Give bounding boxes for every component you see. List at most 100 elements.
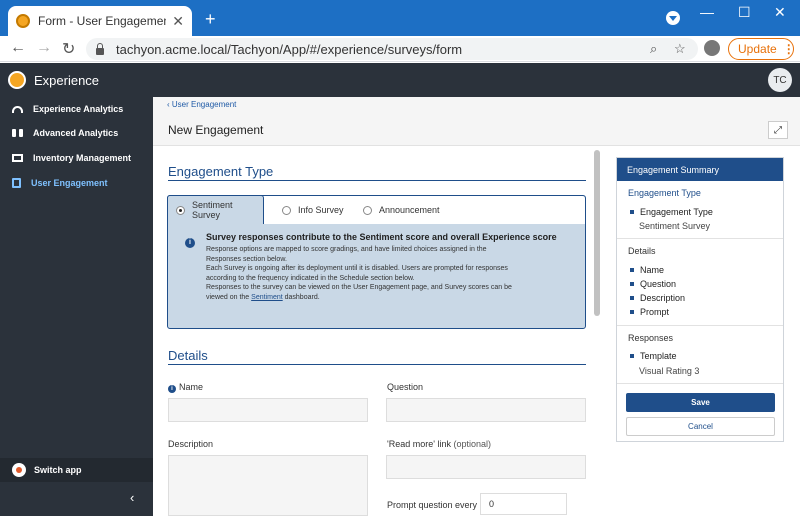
option-info-survey[interactable]: Info Survey <box>274 196 344 224</box>
switch-app-label: Switch app <box>34 465 82 475</box>
prompt-frequency-input[interactable]: 0 <box>480 493 567 515</box>
sidebar-item-user-engagement[interactable]: User Engagement <box>0 171 153 195</box>
gauge-icon <box>12 105 23 113</box>
sidebar: Experience Analytics Advanced Analytics … <box>0 97 153 516</box>
title-bar: New Engagement ⤢ <box>153 113 800 146</box>
name-label: i Name <box>168 382 203 393</box>
reload-icon[interactable]: ↻ <box>62 39 75 59</box>
summary-item: Template <box>630 351 677 361</box>
info-line: Response options are mapped to score gra… <box>206 246 487 253</box>
summary-divider <box>617 325 783 326</box>
sidebar-item-label: Inventory Management <box>33 153 132 163</box>
switch-app-icon <box>12 463 26 477</box>
radio-icon <box>282 205 291 215</box>
info-text: dashboard. <box>282 293 320 301</box>
url-text: tachyon.acme.local/Tachyon/App/#/experie… <box>116 41 463 57</box>
info-line: viewed on the Sentiment dashboard. <box>206 293 566 303</box>
close-window-icon[interactable]: ✕ <box>774 4 786 21</box>
update-label: Update <box>738 42 777 56</box>
bookmark-star-icon[interactable]: ☆ <box>674 41 686 57</box>
engagement-type-heading: Engagement Type <box>168 164 274 179</box>
sidebar-item-experience-analytics[interactable]: Experience Analytics <box>0 97 153 121</box>
engagement-summary-panel: Engagement Summary Engagement Type Engag… <box>616 157 784 442</box>
option-label: Announcement <box>379 205 440 215</box>
page-title: New Engagement <box>168 123 264 137</box>
summary-type-title: Engagement Type <box>628 188 701 198</box>
address-bar: ← → ↻ tachyon.acme.local/Tachyon/App/#/e… <box>0 36 800 62</box>
browser-tab[interactable]: Form - User Engagement - Experience ✕ <box>8 6 192 36</box>
summary-title: Engagement Summary <box>617 158 783 181</box>
sentiment-link[interactable]: Sentiment <box>251 294 283 301</box>
expand-icon[interactable]: ⤢ <box>768 121 788 139</box>
minimize-icon[interactable]: — <box>700 4 714 20</box>
url-field[interactable]: tachyon.acme.local/Tachyon/App/#/experie… <box>86 38 698 60</box>
browser-profile-icon[interactable] <box>704 40 720 56</box>
user-avatar[interactable]: TC <box>768 68 792 92</box>
summary-item: Engagement Type <box>630 207 713 217</box>
scrollbar[interactable] <box>594 150 600 316</box>
read-more-label: 'Read more' link (optional) <box>387 439 491 449</box>
summary-details-title: Details <box>628 246 656 256</box>
info-body: Response options are mapped to score gra… <box>206 245 566 302</box>
summary-item: Prompt <box>630 307 669 317</box>
tab-favicon-icon <box>16 14 30 28</box>
lock-icon <box>96 42 104 55</box>
collapse-sidebar-icon[interactable]: ‹ <box>130 490 134 505</box>
zoom-icon[interactable]: ⌕ <box>650 41 657 57</box>
info-text: viewed on the <box>206 293 252 301</box>
breadcrumb-label: User Engagement <box>171 100 237 109</box>
summary-value: Sentiment Survey <box>639 221 711 231</box>
option-label: Info Survey <box>298 205 344 215</box>
tab-search-icon[interactable] <box>666 11 680 25</box>
summary-divider <box>617 238 783 239</box>
sidebar-item-label: Experience Analytics <box>33 104 124 114</box>
question-label: Question <box>387 382 424 392</box>
back-icon[interactable]: ← <box>10 39 26 57</box>
option-sentiment-survey[interactable]: Sentiment Survey <box>167 195 264 224</box>
app-title: Experience <box>34 73 100 88</box>
summary-responses-title: Responses <box>628 333 674 343</box>
menu-dots-icon: ⋮ <box>782 42 795 56</box>
breadcrumb[interactable]: ‹ User Engagement <box>167 100 236 109</box>
radio-icon <box>363 205 372 215</box>
clipboard-icon <box>12 178 21 188</box>
summary-divider <box>617 383 783 384</box>
tab-close-icon[interactable]: ✕ <box>172 13 184 30</box>
update-button[interactable]: Update ⋮ <box>728 38 795 60</box>
form-content: Engagement Type Sentiment Survey Info Su… <box>153 147 593 516</box>
read-more-label-text: 'Read more' link <box>387 439 451 449</box>
cancel-button[interactable]: Cancel <box>626 417 775 436</box>
section-divider <box>168 364 586 365</box>
app-header: Experience TC <box>0 63 800 97</box>
summary-item: Question <box>630 279 676 289</box>
description-textarea[interactable] <box>168 455 368 516</box>
read-more-input[interactable] <box>386 455 586 479</box>
switch-app-button[interactable]: Switch app <box>0 458 153 482</box>
description-label: Description <box>168 439 214 449</box>
name-input[interactable] <box>168 398 368 422</box>
prompt-label: Prompt question every <box>387 500 478 510</box>
new-tab-icon[interactable]: + <box>205 9 216 30</box>
name-info-icon: i <box>168 385 176 393</box>
summary-value: Visual Rating 3 <box>639 366 700 376</box>
save-button[interactable]: Save <box>626 393 775 412</box>
details-heading: Details <box>168 348 208 363</box>
maximize-icon[interactable]: ☐ <box>738 4 751 21</box>
info-line: Responses to the survey can be viewed on… <box>206 284 512 291</box>
option-announcement[interactable]: Announcement <box>355 196 440 224</box>
sidebar-item-label: User Engagement <box>31 178 108 188</box>
browser-tabbar: Form - User Engagement - Experience ✕ + … <box>0 0 800 36</box>
sidebar-item-inventory-management[interactable]: Inventory Management <box>0 146 153 170</box>
summary-item: Description <box>630 293 685 303</box>
summary-item: Name <box>630 265 664 275</box>
binoculars-icon <box>12 128 23 138</box>
name-label-text: Name <box>179 382 204 392</box>
monitor-icon <box>12 154 23 162</box>
radio-selected-icon <box>176 205 185 215</box>
tab-title: Form - User Engagement - Experience <box>38 14 166 28</box>
forward-icon[interactable]: → <box>36 39 52 57</box>
sidebar-item-advanced-analytics[interactable]: Advanced Analytics <box>0 121 153 145</box>
app-logo-icon <box>8 71 26 89</box>
question-input[interactable] <box>386 398 586 422</box>
engagement-type-panel: Sentiment Survey Info Survey Announcemen… <box>167 195 586 329</box>
